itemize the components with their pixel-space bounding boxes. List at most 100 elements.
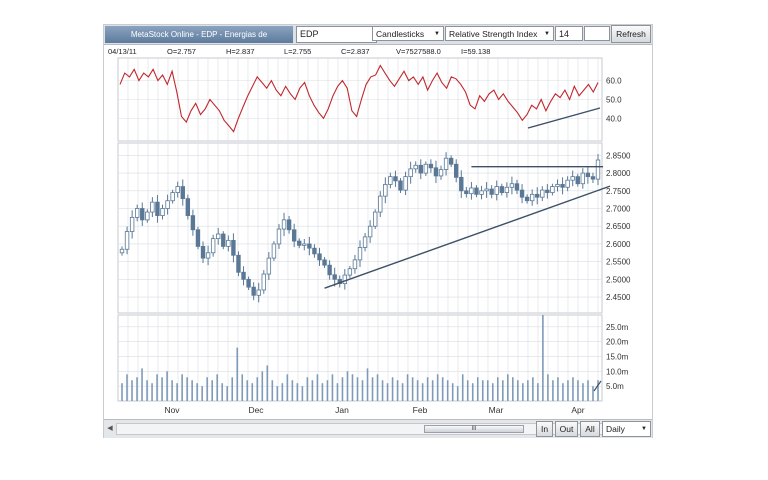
- volume-bar: [547, 374, 549, 401]
- volume-bar: [577, 380, 579, 401]
- candle-body: [200, 246, 206, 259]
- volume-bar: [266, 365, 269, 401]
- volume-bar: [316, 374, 319, 401]
- volume-bar: [296, 383, 299, 401]
- volume-y-tick-label: 5.0m: [606, 382, 624, 391]
- volume-bar: [241, 374, 244, 401]
- x-axis-month-label: Mar: [489, 405, 504, 415]
- candle-body: [241, 271, 246, 280]
- candle-body: [297, 240, 302, 246]
- candle-body: [226, 239, 231, 247]
- volume-bar: [491, 383, 494, 401]
- volume-bar: [421, 383, 424, 401]
- volume-bar: [426, 377, 429, 401]
- rsi-y-tick-label: 60.0: [606, 77, 622, 86]
- volume-bar: [416, 380, 419, 401]
- candle-body: [540, 189, 545, 198]
- scroll-left-icon[interactable]: ◀: [105, 424, 115, 434]
- volume-bar: [341, 377, 344, 401]
- candle-body: [509, 183, 515, 188]
- price-y-tick-label: 2.4500: [606, 293, 631, 302]
- candle-body: [266, 257, 272, 275]
- candle-body: [221, 233, 226, 247]
- volume-bar: [291, 380, 294, 401]
- bottom-bar: ◀ III ▶ In Out All Daily ▼: [104, 419, 652, 438]
- candle-body: [418, 164, 423, 174]
- volume-y-tick-label: 25.0m: [606, 323, 629, 332]
- candle-body: [276, 228, 282, 245]
- candle-body: [271, 243, 277, 259]
- volume-bar: [286, 374, 289, 401]
- candle-body: [246, 278, 251, 288]
- candle-body: [565, 179, 570, 188]
- candle-body: [236, 254, 241, 273]
- volume-bar: [517, 380, 519, 401]
- candle-body: [261, 273, 266, 291]
- volume-bar: [146, 380, 148, 401]
- candle-body: [357, 247, 363, 261]
- volume-bar: [451, 383, 454, 401]
- volume-bar: [246, 380, 249, 401]
- volume-bar: [336, 383, 339, 401]
- candle-body: [459, 176, 464, 192]
- scroll-thumb[interactable]: III: [424, 425, 524, 433]
- volume-bar: [476, 377, 479, 401]
- candle-body: [469, 187, 474, 195]
- candle-body: [205, 252, 211, 259]
- volume-bar: [131, 380, 133, 401]
- candle-body: [251, 286, 256, 296]
- candle-body: [256, 289, 261, 296]
- candle-body: [443, 157, 449, 170]
- price-y-tick-label: 2.5000: [606, 275, 631, 284]
- zoom-all-button[interactable]: All: [580, 421, 600, 437]
- chart-canvas[interactable]: 60.0 50.0 40.0 2.8500 2.8000 2.7500 2.7000 2.65…: [104, 25, 652, 419]
- volume-bar: [466, 380, 469, 401]
- candle-body: [155, 201, 160, 217]
- candle-body: [347, 268, 353, 276]
- candle-body: [408, 168, 413, 178]
- volume-y-tick-label: 10.0m: [606, 367, 629, 376]
- volume-bar: [431, 380, 434, 401]
- candle-body: [383, 184, 388, 197]
- volume-bar: [436, 374, 439, 401]
- volume-bar: [386, 383, 389, 401]
- candle-body: [550, 186, 555, 193]
- volume-bar: [151, 383, 153, 401]
- volume-bar: [236, 347, 239, 401]
- volume-bar: [271, 380, 274, 401]
- price-y-tick-label: 2.8500: [606, 151, 631, 160]
- candle-body: [160, 208, 165, 217]
- volume-bar: [256, 377, 259, 401]
- volume-bar: [311, 380, 314, 401]
- volume-bar: [557, 377, 559, 401]
- volume-bar: [161, 377, 163, 401]
- volume-bar: [446, 380, 449, 401]
- candle-body: [535, 193, 540, 198]
- volume-bar: [141, 368, 143, 401]
- candle-body: [423, 163, 429, 174]
- zoom-in-button[interactable]: In: [536, 421, 553, 437]
- candle-body: [499, 186, 504, 193]
- volume-bar: [121, 383, 123, 401]
- volume-bar: [366, 368, 369, 401]
- candle-body: [291, 229, 297, 242]
- candle-body: [378, 195, 383, 213]
- candle-body: [464, 190, 469, 195]
- volume-bar: [567, 380, 569, 401]
- volume-bar: [191, 380, 193, 401]
- candle-body: [545, 189, 550, 193]
- price-y-tick-label: 2.7000: [606, 205, 631, 214]
- volume-bar: [522, 383, 524, 401]
- volume-bar: [587, 380, 589, 401]
- candle-body: [165, 200, 170, 209]
- candle-body: [413, 164, 418, 170]
- candle-body: [438, 169, 444, 177]
- candle-body: [504, 186, 510, 193]
- candle-body: [474, 187, 479, 195]
- interval-select[interactable]: Daily ▼: [602, 421, 651, 437]
- x-axis-month-label: Jan: [335, 405, 349, 415]
- zoom-out-button[interactable]: Out: [555, 421, 578, 437]
- candle-body: [129, 216, 135, 232]
- volume-bar: [592, 386, 594, 401]
- volume-bar: [216, 374, 218, 401]
